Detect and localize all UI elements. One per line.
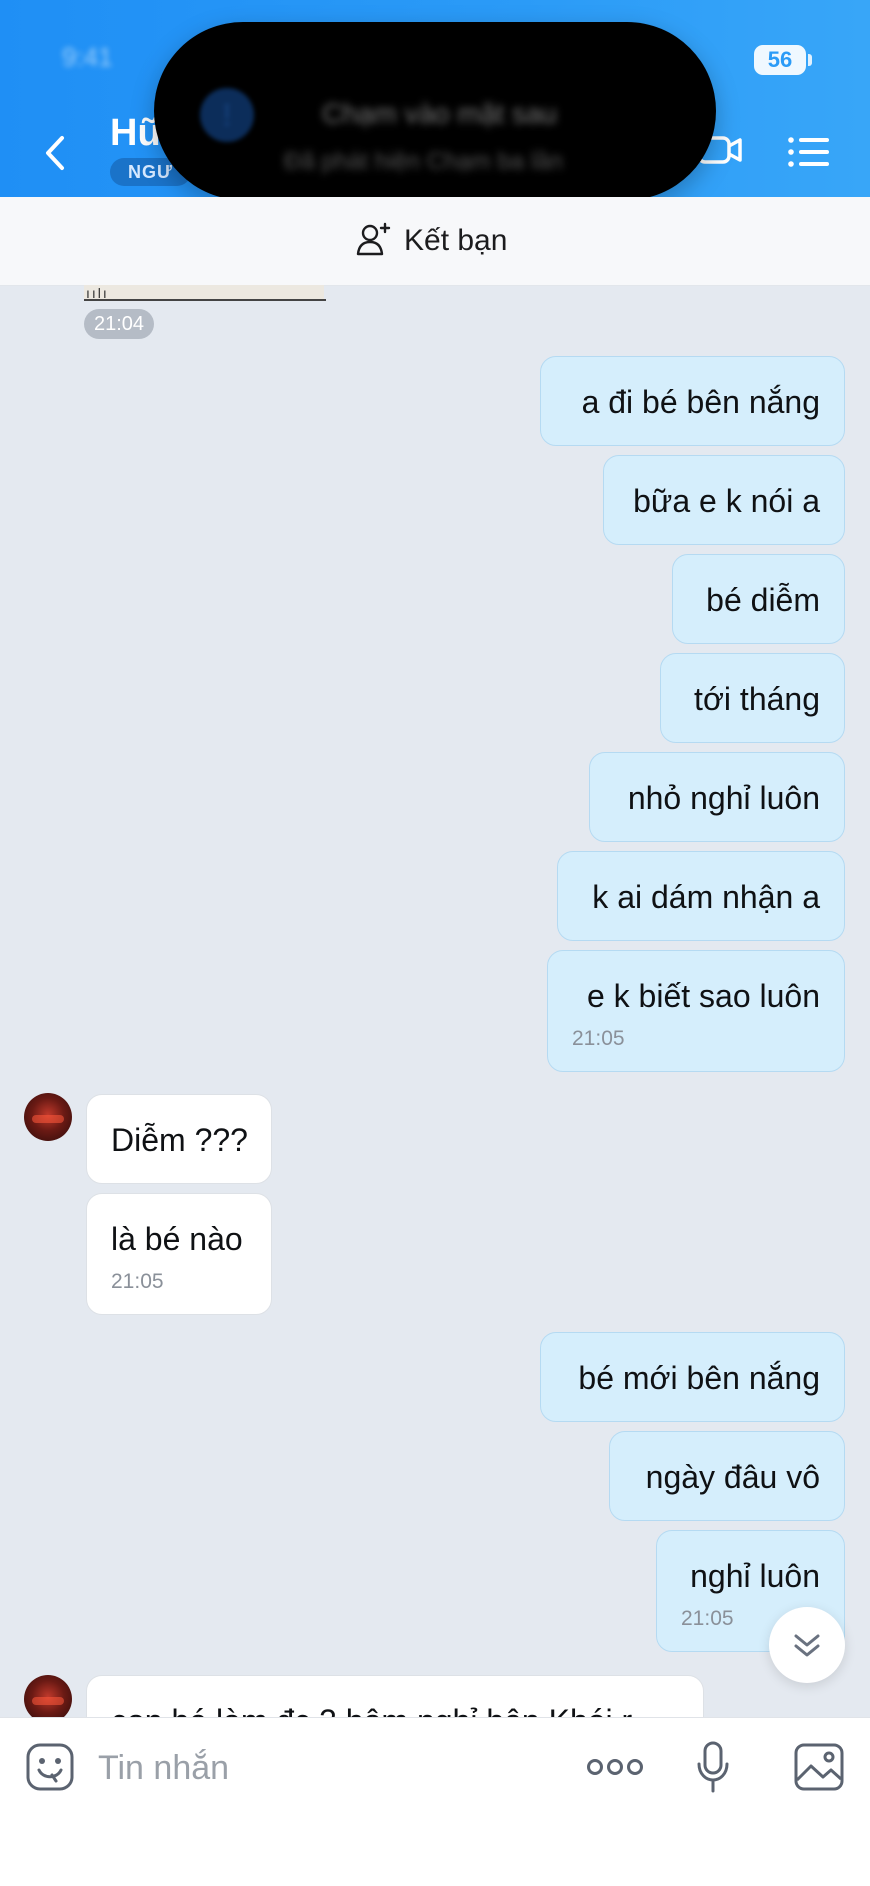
message-text: tới tháng xyxy=(694,681,820,717)
back-icon[interactable] xyxy=(36,128,76,178)
notification-title: Chạm vào mặt sau xyxy=(322,98,557,129)
message-text: ngày đâu vô xyxy=(645,1459,820,1495)
message-text: bé diễm xyxy=(706,582,820,618)
info-icon: ! xyxy=(200,88,254,142)
message-text: nhỏ nghỉ luôn xyxy=(627,780,820,816)
message-bubble-incoming[interactable]: con bé làm đc 3 hôm nghỉ bên Khói r xyxy=(86,1675,704,1717)
battery-tip xyxy=(808,54,812,66)
sender-avatar[interactable] xyxy=(24,1675,72,1717)
image-icon[interactable] xyxy=(793,1742,845,1792)
battery-indicator: 56 xyxy=(754,45,806,75)
add-friend-label: Kết bạn xyxy=(404,224,508,257)
microphone-icon[interactable] xyxy=(696,1740,730,1794)
message-bubble-outgoing[interactable]: bé diễm xyxy=(672,554,845,644)
message-text: e k biết sao luôn xyxy=(586,978,820,1014)
contact-name[interactable]: Hũ xyxy=(110,112,161,155)
message-time: 21:05 xyxy=(572,1027,625,1050)
status-time: 9:41 xyxy=(62,42,113,72)
message-bubble-outgoing[interactable]: bé mới bên nắng xyxy=(540,1332,845,1422)
message-text: nghỉ luôn xyxy=(690,1558,820,1594)
more-icon[interactable] xyxy=(586,1752,644,1782)
message-text: bé mới bên nắng xyxy=(578,1360,820,1396)
message-text: là bé nào xyxy=(111,1221,243,1257)
message-time: 21:05 xyxy=(111,1270,164,1293)
message-bubble-outgoing[interactable]: tới tháng xyxy=(660,653,845,743)
emoji-icon[interactable] xyxy=(25,1742,75,1792)
add-friend-bar: Kết bạn xyxy=(0,197,870,286)
message-time-pill: 21:04 xyxy=(84,309,155,339)
message-bubble-incoming[interactable]: Diễm ??? xyxy=(86,1094,272,1184)
scroll-to-bottom-button[interactable] xyxy=(769,1607,845,1683)
message-bubble-outgoing[interactable]: bữa e k nói a xyxy=(603,455,845,545)
add-friend-button[interactable]: Kết bạn xyxy=(356,217,507,265)
message-text: a đi bé bên nắng xyxy=(581,384,820,420)
message-text: Diễm ??? xyxy=(111,1122,248,1158)
previous-image-border xyxy=(84,285,326,301)
message-bubble-outgoing[interactable]: a đi bé bên nắng xyxy=(540,356,845,446)
previous-image-detail: ıılı xyxy=(86,285,109,301)
chat-message-list[interactable]: ıılı 21:04 a đi bé bên nắng bữa e k nói … xyxy=(0,285,870,1717)
message-bubble-outgoing[interactable]: k ai dám nhận a xyxy=(557,851,845,941)
system-notification-banner[interactable]: ! Chạm vào mặt sau Đã phát hiện Chạm ba … xyxy=(154,22,716,200)
add-friend-icon xyxy=(356,221,392,262)
notification-subtitle: Đã phát hiện Chạm ba lần xyxy=(284,148,563,175)
message-input-bar xyxy=(0,1717,870,1886)
message-bubble-outgoing[interactable]: nhỏ nghỉ luôn xyxy=(589,752,845,842)
message-text: k ai dám nhận a xyxy=(592,879,820,915)
message-bubble-incoming[interactable]: là bé nào 21:05 xyxy=(86,1193,272,1315)
double-chevron-down-icon xyxy=(794,1634,820,1657)
message-input[interactable] xyxy=(96,1740,570,1796)
message-text: bữa e k nói a xyxy=(633,483,820,519)
sender-avatar[interactable] xyxy=(24,1093,72,1141)
menu-list-icon[interactable] xyxy=(786,132,832,172)
message-bubble-outgoing[interactable]: ngày đâu vô xyxy=(609,1431,845,1521)
message-text: con bé làm đc 3 hôm nghỉ bên Khói r xyxy=(111,1704,679,1717)
message-bubble-outgoing[interactable]: e k biết sao luôn 21:05 xyxy=(547,950,845,1072)
